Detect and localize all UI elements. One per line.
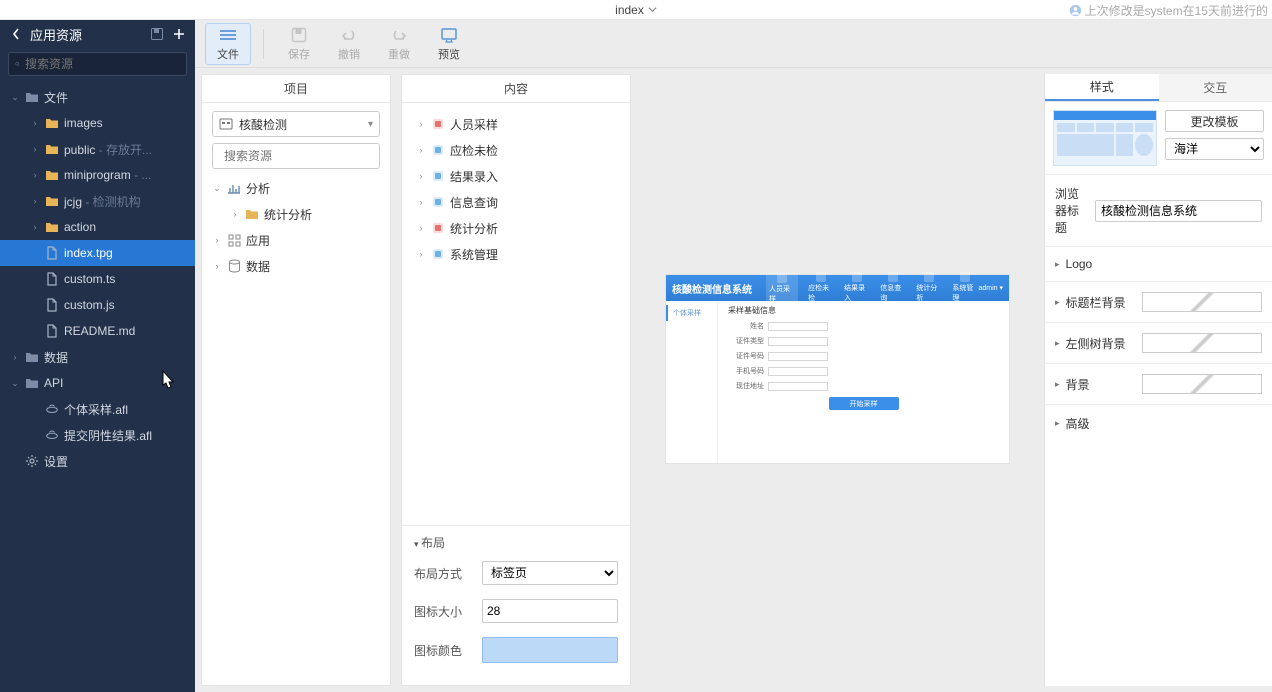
tree-item[interactable]: index.tpg: [0, 240, 195, 266]
tree-item[interactable]: custom.js: [0, 292, 195, 318]
tree-item[interactable]: README.md: [0, 318, 195, 344]
toolbar-undo[interactable]: 撤销: [326, 24, 372, 64]
props-section[interactable]: ▸左侧树背景: [1045, 322, 1272, 363]
content-item[interactable]: ›结果录入: [406, 163, 626, 189]
tree-item[interactable]: ›action: [0, 214, 195, 240]
user-icon: [1069, 4, 1082, 17]
document-title[interactable]: index: [615, 3, 657, 17]
sidebar-search-input[interactable]: [25, 57, 180, 71]
tree-item[interactable]: ⌄API: [0, 370, 195, 396]
project-search[interactable]: [212, 143, 380, 169]
search-icon: [15, 58, 20, 70]
sidebar-tree: ⌄文件›images›public - 存放开...›miniprogram -…: [0, 80, 195, 692]
tree-item[interactable]: 设置: [0, 448, 195, 474]
props-section[interactable]: ▸标题栏背景: [1045, 281, 1272, 322]
layout-section-header[interactable]: 布局: [414, 534, 618, 551]
app-icon: [219, 118, 233, 130]
project-item[interactable]: ›应用: [206, 227, 386, 253]
props-section[interactable]: ▸Logo: [1045, 246, 1272, 281]
toolbar-file[interactable]: 文件: [205, 23, 251, 65]
color-swatch[interactable]: [1142, 333, 1262, 353]
content-item[interactable]: ›应检未检: [406, 137, 626, 163]
sidebar-title: 应用资源: [30, 25, 143, 44]
tree-item[interactable]: 个体采样.afl: [0, 396, 195, 422]
document-title-text: index: [615, 3, 644, 17]
tab-style[interactable]: 样式: [1045, 74, 1159, 101]
toolbar-preview[interactable]: 预览: [426, 24, 472, 64]
toolbar: 文件 保存 撤销 重做 预览: [195, 20, 1272, 68]
tree-item[interactable]: ›public - 存放开...: [0, 136, 195, 162]
last-modified-status: 上次修改是system在15天前进行的: [1069, 2, 1268, 19]
add-button[interactable]: [171, 26, 187, 42]
back-button[interactable]: [8, 26, 24, 42]
theme-select[interactable]: 海洋: [1165, 138, 1264, 160]
icon-color-picker[interactable]: [482, 637, 618, 663]
browser-title-input[interactable]: [1095, 200, 1262, 222]
content-item[interactable]: ›系统管理: [406, 241, 626, 267]
project-item[interactable]: ›统计分析: [206, 201, 386, 227]
project-item[interactable]: ⌄分析: [206, 175, 386, 201]
tab-interact[interactable]: 交互: [1159, 74, 1272, 101]
project-select[interactable]: 核酸检测 ▾: [212, 111, 380, 137]
tree-item[interactable]: ›jcjg - 检测机构: [0, 188, 195, 214]
project-item[interactable]: ›数据: [206, 253, 386, 279]
content-panel: 内容 ›人员采样›应检未检›结果录入›信息查询›统计分析›系统管理 布局 布局方…: [401, 74, 631, 686]
content-item[interactable]: ›人员采样: [406, 111, 626, 137]
toolbar-redo[interactable]: 重做: [376, 24, 422, 64]
project-header: 项目: [202, 75, 390, 103]
page-preview: 核酸检测信息系统 人员采样应检未检结果录入信息查询统计分析系统管理 admin …: [665, 274, 1010, 464]
toolbar-save[interactable]: 保存: [276, 24, 322, 64]
project-search-input[interactable]: [224, 149, 379, 163]
tree-item[interactable]: ›miniprogram - ...: [0, 162, 195, 188]
tree-item[interactable]: ⌄文件: [0, 84, 195, 110]
tree-item[interactable]: ›数据: [0, 344, 195, 370]
theme-thumbnail: [1053, 110, 1157, 166]
props-section[interactable]: ▸高级: [1045, 404, 1272, 442]
content-header: 内容: [402, 75, 630, 103]
project-panel: 项目 核酸检测 ▾ ⌄分析›统计分析›应用›数据: [201, 74, 391, 686]
chevron-down-icon: [648, 5, 657, 14]
properties-panel: 样式 交互 更改模板 海洋 浏览器: [1044, 74, 1272, 686]
sidebar: 应用资源 ⌄文件›images›public - 存放开...›miniprog…: [0, 20, 195, 692]
props-section[interactable]: ▸背景: [1045, 363, 1272, 404]
color-swatch[interactable]: [1142, 292, 1262, 312]
content-item[interactable]: ›信息查询: [406, 189, 626, 215]
content-item[interactable]: ›统计分析: [406, 215, 626, 241]
sidebar-search[interactable]: [8, 52, 187, 76]
tree-item[interactable]: ›images: [0, 110, 195, 136]
icon-size-input[interactable]: [482, 599, 618, 623]
color-swatch[interactable]: [1142, 374, 1262, 394]
change-template-button[interactable]: 更改模板: [1165, 110, 1264, 132]
tree-item[interactable]: custom.ts: [0, 266, 195, 292]
save-icon[interactable]: [149, 26, 165, 42]
chevron-down-icon: ▾: [368, 119, 373, 130]
tree-item[interactable]: 提交阴性结果.afl: [0, 422, 195, 448]
layout-mode-select[interactable]: 标签页: [482, 561, 618, 585]
